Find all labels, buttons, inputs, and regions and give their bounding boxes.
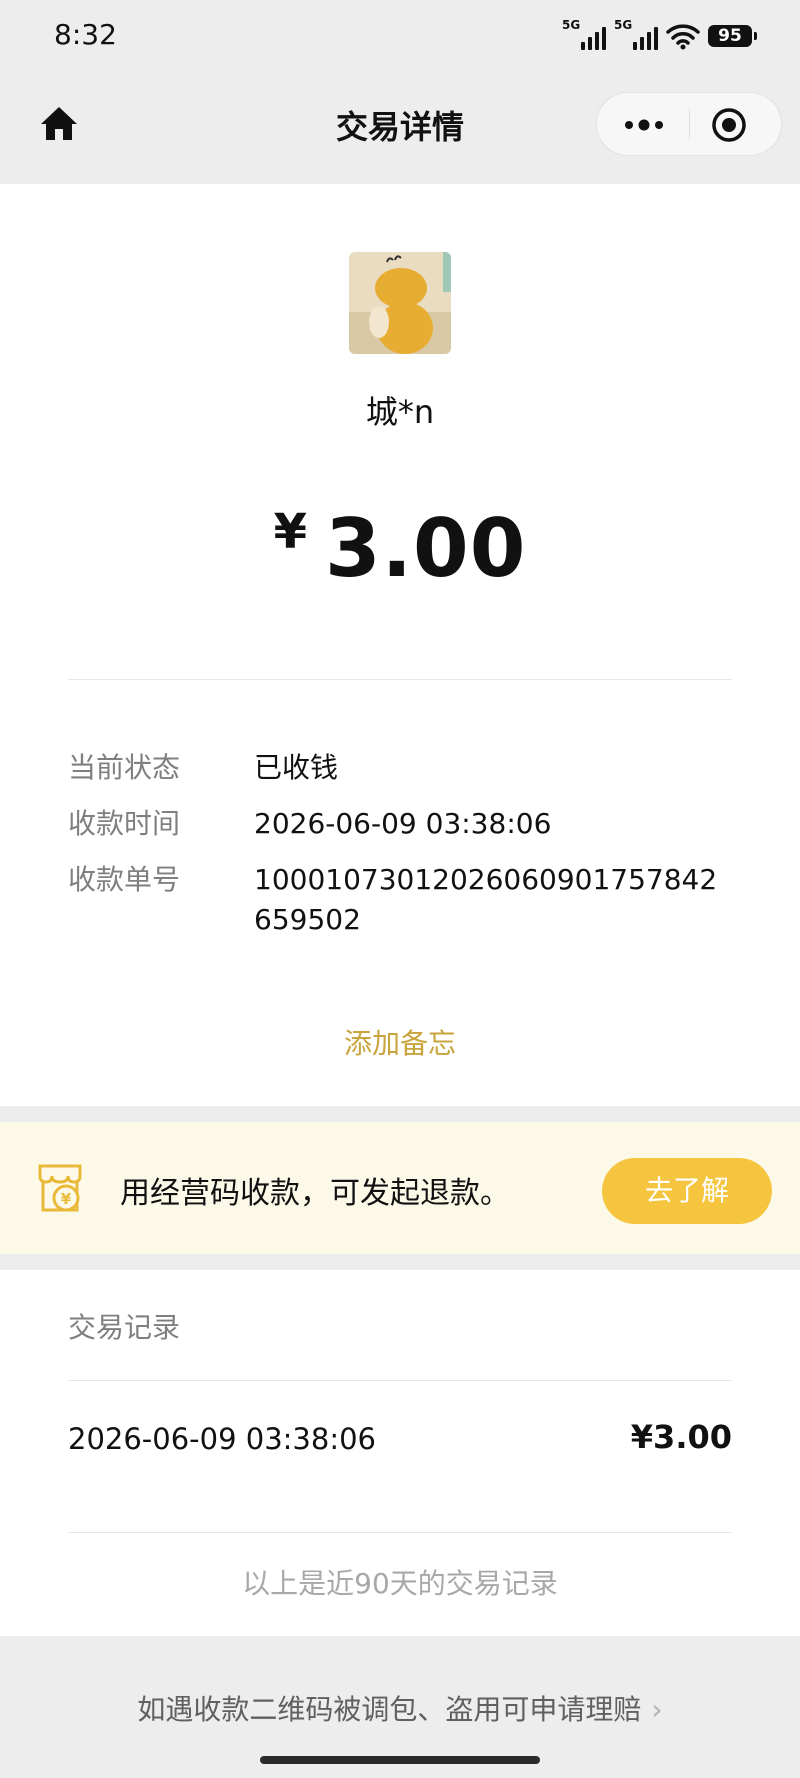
chevron-right-icon: ›: [651, 1693, 663, 1726]
mini-program-capsule: [596, 92, 782, 156]
amount-value: 3.00: [325, 502, 527, 595]
records-footer-note: 以上是近90天的交易记录: [242, 1567, 558, 1600]
divider: [68, 1532, 732, 1533]
learn-more-button[interactable]: 去了解: [602, 1158, 772, 1224]
promo-text: 用经营码收款，可发起退款。: [120, 1176, 510, 1211]
order-number-value: 100010730120260609017578426595​02: [254, 863, 718, 936]
promo-banner: ¥ 用经营码收款，可发起退款。 去了解: [0, 1122, 800, 1254]
claim-link[interactable]: 如遇收款二维码被调包、盗用可申请理赔 ›: [0, 1688, 800, 1728]
close-button[interactable]: [709, 105, 749, 145]
transaction-records: 交易记录 2026-06-09 03:38:06 ¥3.00 以上是近90天的交…: [0, 1270, 800, 1636]
home-indicator: [260, 1756, 540, 1764]
network-type-label: 5G: [614, 18, 633, 32]
record-time: 2026-06-09 03:38:06: [68, 1422, 376, 1456]
shop-yen-icon: ¥: [38, 1164, 82, 1212]
status-label: 当前状态: [68, 751, 181, 784]
payer-name: 城*n: [365, 393, 435, 431]
battery-indicator: 95: [708, 25, 757, 47]
divider: [68, 679, 732, 680]
currency-symbol: ¥: [273, 504, 307, 560]
status-time: 8:32: [54, 18, 117, 51]
more-dots-icon: [625, 119, 663, 131]
capsule-divider: [689, 109, 690, 139]
navigation-bar: 交易详情: [0, 72, 800, 184]
status-value: 已收钱: [254, 751, 339, 784]
time-value: 2026-06-09 03:38:06: [254, 807, 552, 840]
status-icons: 5G 5G 95: [562, 18, 757, 52]
records-title: 交易记录: [68, 1311, 181, 1344]
cellular-signal-icon: 5G: [614, 18, 658, 52]
svg-text:¥: ¥: [61, 1190, 72, 1208]
status-bar: 8:32 5G 5G 95: [0, 0, 800, 72]
claim-text: 如遇收款二维码被调包、盗用可申请理赔: [137, 1693, 642, 1726]
wifi-icon: [666, 24, 700, 50]
divider: [68, 1380, 732, 1381]
transaction-card: 城*n ¥3.00 当前状态 已收钱 收款时间 2026-06-09 03:38…: [0, 184, 800, 1106]
more-button[interactable]: [619, 111, 669, 139]
target-close-icon: [712, 108, 746, 142]
avatar: [349, 252, 451, 354]
add-note-link[interactable]: 添加备忘: [0, 1022, 800, 1062]
network-type-label: 5G: [562, 18, 581, 32]
cellular-signal-icon: 5G: [562, 18, 606, 52]
record-amount: ¥3.00: [630, 1418, 732, 1456]
order-number-label: 收款单号: [68, 863, 181, 896]
transaction-amount: ¥3.00: [0, 502, 800, 595]
time-label: 收款时间: [68, 807, 181, 840]
